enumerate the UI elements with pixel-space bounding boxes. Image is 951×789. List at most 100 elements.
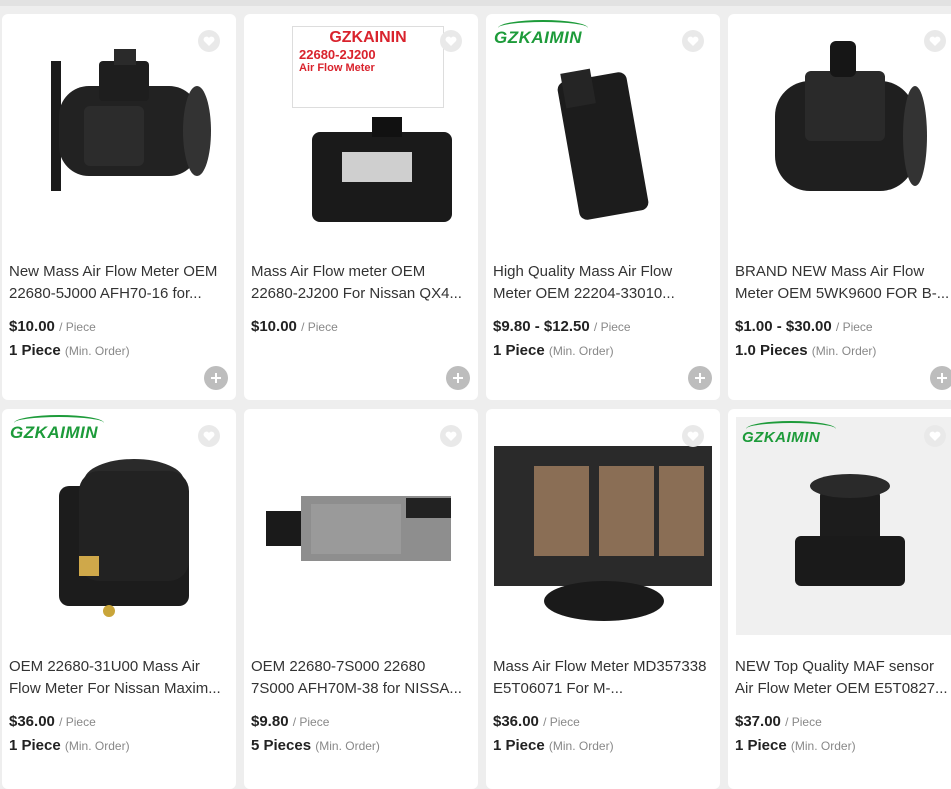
min-order-label: (Min. Order) <box>548 344 614 358</box>
heart-icon <box>203 36 215 46</box>
price: $36.00 <box>493 713 539 730</box>
favorite-button[interactable] <box>924 30 946 52</box>
product-title[interactable]: Mass Air Flow Meter MD357338 E5T06071 Fo… <box>493 656 713 700</box>
price-row: $36.00 / Piece <box>9 713 96 730</box>
product-image[interactable] <box>10 417 228 635</box>
price-unit: / Piece <box>301 320 338 334</box>
add-button[interactable] <box>688 366 712 390</box>
price-unit: / Piece <box>785 715 822 729</box>
price-unit: / Piece <box>292 715 330 729</box>
min-order-quantity: 5 Pieces <box>251 737 312 754</box>
price: $37.00 <box>735 713 781 730</box>
min-order-label: (Min. Order) <box>548 739 614 753</box>
min-order-quantity: 1.0 Pieces <box>735 342 808 359</box>
product-image[interactable] <box>494 22 712 240</box>
price: $10.00 <box>9 318 55 335</box>
product-card[interactable]: BRAND NEW Mass Air Flow Meter OEM 5WK960… <box>728 14 951 400</box>
price-unit: / Piece <box>59 320 96 334</box>
favorite-button[interactable] <box>682 425 704 447</box>
brand-logo: GZKAIMIN <box>10 415 104 443</box>
min-order-label: (Min. Order) <box>315 739 380 753</box>
heart-icon <box>687 36 699 46</box>
price-unit: / Piece <box>835 320 873 334</box>
heart-icon <box>929 36 941 46</box>
product-title[interactable]: Mass Air Flow meter OEM 22680-2J200 For … <box>251 261 471 305</box>
price-row: $9.80 - $12.50 / Piece <box>493 318 631 335</box>
price-unit: / Piece <box>593 320 631 334</box>
add-button[interactable] <box>930 366 951 390</box>
product-title[interactable]: High Quality Mass Air Flow Meter OEM 222… <box>493 261 713 305</box>
favorite-button[interactable] <box>198 30 220 52</box>
product-card[interactable]: OEM 22680-7S000 22680 7S000 AFH70M-38 fo… <box>244 409 478 789</box>
plus-icon <box>211 373 221 383</box>
product-image[interactable]: GZKAININ 22680-2J200 Air Flow Meter <box>252 22 470 240</box>
product-card[interactable]: GZKAININ 22680-2J200 Air Flow Meter Mass… <box>244 14 478 400</box>
favorite-button[interactable] <box>198 425 220 447</box>
product-image[interactable] <box>736 417 951 635</box>
price: $1.00 - $30.00 <box>735 318 832 335</box>
add-button[interactable] <box>204 366 228 390</box>
product-title[interactable]: New Mass Air Flow Meter OEM 22680-5J000 … <box>9 261 229 305</box>
product-card[interactable]: GZKAIMIN NEW Top Quality MAF sensor Air … <box>728 409 951 789</box>
heart-icon <box>445 431 457 441</box>
product-image[interactable] <box>10 22 228 240</box>
favorite-button[interactable] <box>682 30 704 52</box>
label-brand: GZKAININ <box>329 29 407 46</box>
min-order-row: 1 Piece (Min. Order) <box>493 342 614 359</box>
min-order-row: 5 Pieces (Min. Order) <box>251 737 380 754</box>
price-row: $9.80 / Piece <box>251 713 329 730</box>
product-title[interactable]: OEM 22680-7S000 22680 7S000 AFH70M-38 fo… <box>251 656 471 700</box>
min-order-label: (Min. Order) <box>811 344 877 358</box>
price-row: $10.00 / Piece <box>9 318 96 335</box>
heart-icon <box>687 431 699 441</box>
favorite-button[interactable] <box>440 30 462 52</box>
brand-logo: GZKAIMIN <box>494 20 588 48</box>
heart-icon <box>445 36 457 46</box>
product-image[interactable] <box>494 417 712 635</box>
plus-icon <box>453 373 463 383</box>
price-row: $36.00 / Piece <box>493 713 580 730</box>
product-card[interactable]: New Mass Air Flow Meter OEM 22680-5J000 … <box>2 14 236 400</box>
min-order-quantity: 1 Piece <box>493 737 545 754</box>
product-card[interactable]: GZKAIMIN High Quality Mass Air Flow Mete… <box>486 14 720 400</box>
heart-icon <box>929 431 941 441</box>
price-unit: / Piece <box>59 715 96 729</box>
price: $10.00 <box>251 318 297 335</box>
min-order-row: 1 Piece (Min. Order) <box>735 737 856 754</box>
min-order-row: 1 Piece (Min. Order) <box>9 342 130 359</box>
product-label-sticker: GZKAININ 22680-2J200 Air Flow Meter <box>292 26 444 108</box>
product-title[interactable]: OEM 22680-31U00 Mass Air Flow Meter For … <box>9 656 229 700</box>
price-row: $10.00 / Piece <box>251 318 338 335</box>
product-image[interactable] <box>736 22 951 240</box>
product-title[interactable]: NEW Top Quality MAF sensor Air Flow Mete… <box>735 656 951 700</box>
min-order-label: (Min. Order) <box>64 344 130 358</box>
heart-icon <box>203 431 215 441</box>
price: $9.80 - $12.50 <box>493 318 590 335</box>
label-part-number: 22680-2J200 <box>299 47 376 62</box>
top-scroll-strip <box>0 0 951 6</box>
product-card[interactable]: Mass Air Flow Meter MD357338 E5T06071 Fo… <box>486 409 720 789</box>
plus-icon <box>937 373 947 383</box>
min-order-quantity: 1 Piece <box>493 342 545 359</box>
price: $9.80 <box>251 713 289 730</box>
brand-logo: GZKAIMIN <box>742 421 836 446</box>
price-unit: / Piece <box>543 715 580 729</box>
min-order-row: 1 Piece (Min. Order) <box>9 737 130 754</box>
min-order-row: 1 Piece (Min. Order) <box>493 737 614 754</box>
price: $36.00 <box>9 713 55 730</box>
product-card[interactable]: GZKAIMIN OEM 22680-31U00 Mass Air Flow M… <box>2 409 236 789</box>
min-order-label: (Min. Order) <box>64 739 130 753</box>
product-title[interactable]: BRAND NEW Mass Air Flow Meter OEM 5WK960… <box>735 261 951 305</box>
price-row: $1.00 - $30.00 / Piece <box>735 318 873 335</box>
favorite-button[interactable] <box>924 425 946 447</box>
min-order-row: 1.0 Pieces (Min. Order) <box>735 342 876 359</box>
favorite-button[interactable] <box>440 425 462 447</box>
add-button[interactable] <box>446 366 470 390</box>
price-row: $37.00 / Piece <box>735 713 822 730</box>
plus-icon <box>695 373 705 383</box>
min-order-label: (Min. Order) <box>790 739 856 753</box>
min-order-quantity: 1 Piece <box>735 737 787 754</box>
product-image[interactable] <box>252 417 470 635</box>
min-order-quantity: 1 Piece <box>9 737 61 754</box>
label-part-name: Air Flow Meter <box>299 62 375 74</box>
